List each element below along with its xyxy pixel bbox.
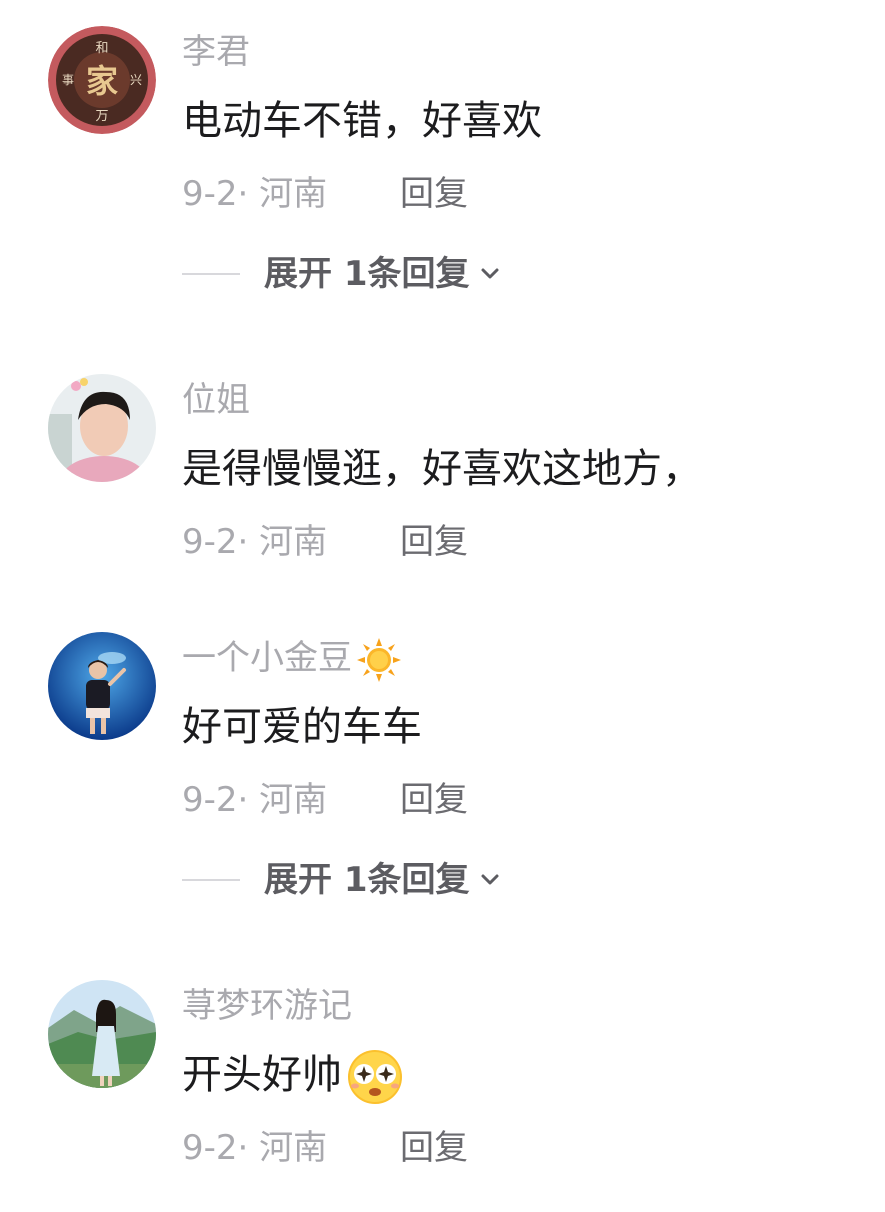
expand-replies-button[interactable]: 展开 1条回复: [182, 252, 502, 296]
avatar[interactable]: [48, 980, 156, 1088]
comment-text: 是得慢慢逛，好喜欢这地方，: [182, 446, 702, 492]
comment-meta: 9-2· 河南: [182, 780, 328, 820]
comment-meta: 9-2· 河南: [182, 522, 328, 562]
reply-button[interactable]: 回复: [400, 778, 468, 822]
username[interactable]: 荨梦环游记: [182, 984, 352, 1028]
comment-text: 好可爱的车车: [182, 704, 422, 750]
username[interactable]: 一个小金豆: [182, 636, 402, 683]
comment-meta: 9-2· 河南: [182, 1128, 328, 1168]
comment-meta: 9-2· 河南: [182, 174, 328, 214]
username[interactable]: 位姐: [182, 378, 250, 422]
chevron-down-icon: [481, 874, 498, 885]
aquarium-photo-icon: [48, 632, 156, 740]
jia-seal-icon: 家 和 万 事 兴: [48, 26, 156, 134]
comment-text-content: 开头好帅: [182, 1052, 342, 1098]
expand-replies-label: 展开 1条回复: [264, 860, 470, 900]
expand-replies-button[interactable]: 展开 1条回复: [182, 858, 502, 902]
expand-replies-label: 展开 1条回复: [264, 254, 470, 294]
svg-text:事: 事: [62, 73, 74, 87]
avatar[interactable]: [48, 374, 156, 482]
reply-button[interactable]: 回复: [400, 1126, 468, 1170]
username[interactable]: 李君: [182, 30, 250, 74]
avatar[interactable]: 家 和 万 事 兴: [48, 26, 156, 134]
divider: [182, 273, 240, 275]
svg-text:万: 万: [95, 109, 108, 124]
svg-text:和: 和: [95, 41, 108, 56]
sun-emoji-icon: [357, 637, 401, 682]
avatar[interactable]: [48, 632, 156, 740]
comment-text: 开头好帅: [182, 1048, 404, 1106]
divider: [182, 879, 240, 881]
username-text: 一个小金豆: [182, 638, 352, 678]
starry-eyes-emoji-icon: [348, 1050, 402, 1104]
chevron-down-icon: [481, 268, 498, 279]
comment-text: 电动车不错，好喜欢: [182, 98, 542, 144]
svg-text:兴: 兴: [130, 73, 142, 87]
woman-portrait-icon: [48, 374, 156, 482]
reply-button[interactable]: 回复: [400, 172, 468, 216]
mountain-photo-icon: [48, 980, 156, 1088]
svg-text:家: 家: [86, 62, 118, 100]
reply-button[interactable]: 回复: [400, 520, 468, 564]
